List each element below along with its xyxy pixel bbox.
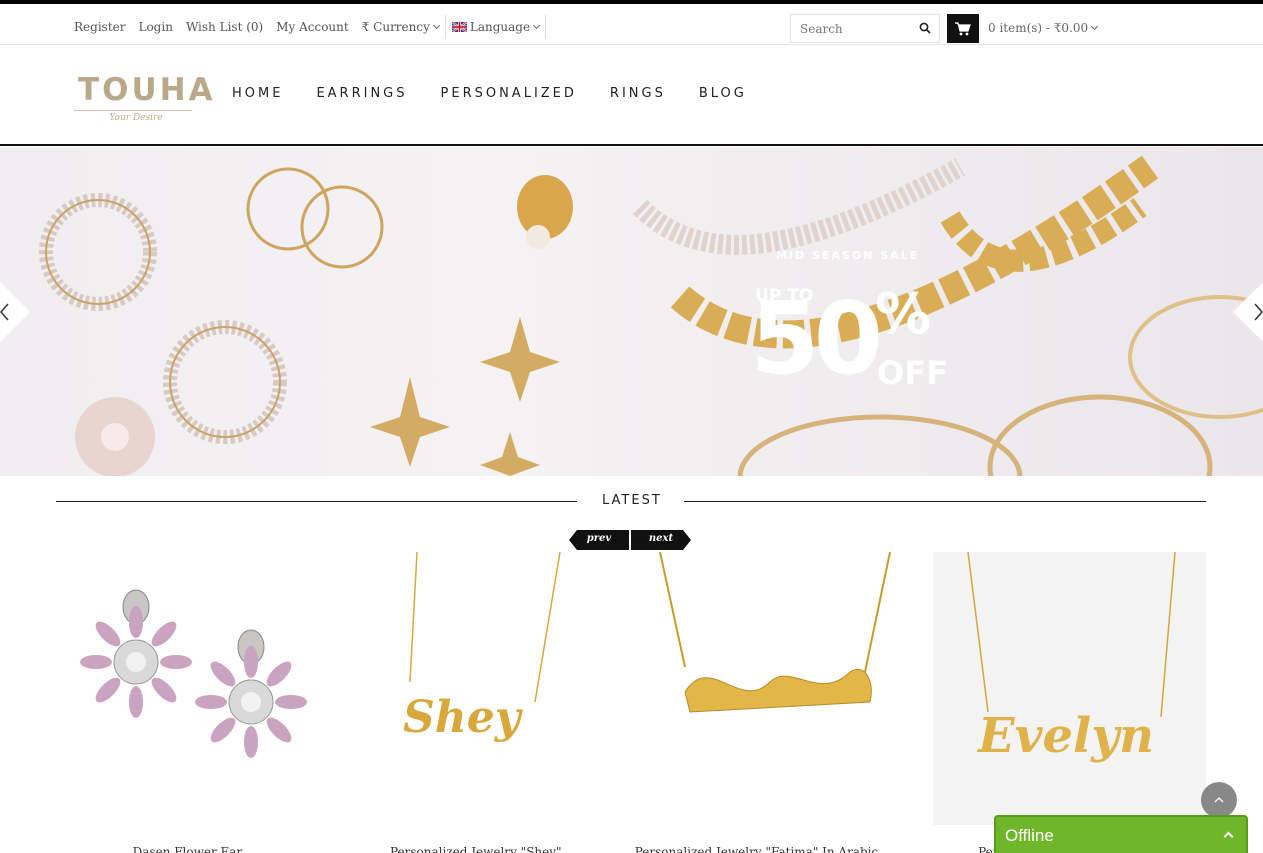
uk-flag-icon — [451, 22, 467, 32]
latest-section-header: LATEST — [56, 490, 1206, 514]
prev-label: prev — [586, 533, 612, 544]
cart-summary-dropdown[interactable]: 0 item(s) - ₹0.00 — [988, 21, 1099, 35]
chevron-down-icon — [1091, 22, 1099, 31]
scroll-to-top-button[interactable] — [1201, 782, 1237, 818]
promo-off: OFF — [877, 354, 948, 392]
product-title[interactable]: Dasen Flower Ear... — [56, 845, 329, 853]
svg-text:Evelyn: Evelyn — [976, 708, 1154, 764]
site-header: TOUHA Your Desire HOME EARRINGS PERSONAL… — [0, 45, 1263, 146]
product-image-evelyn-necklace: Evelyn — [967, 551, 1176, 764]
banner-next-arrow[interactable] — [1233, 282, 1263, 342]
product-card[interactable]: Shey Personalized Jewelry "Shey"... — [345, 551, 618, 853]
svg-text:Shey: Shey — [403, 692, 524, 743]
product-card[interactable]: Dasen Flower Ear... — [56, 552, 329, 853]
currency-dropdown[interactable]: ₹ Currency — [361, 20, 440, 34]
nav-earrings[interactable]: EARRINGS — [316, 86, 407, 101]
product-card[interactable]: Personalized Jewelry "Fatima" In Arabic — [620, 551, 893, 853]
product-title[interactable]: Personalized Jewelry "Fatima" In Arabic — [620, 845, 893, 853]
next-label: next — [648, 533, 674, 544]
banner-prev-arrow[interactable] — [0, 282, 30, 342]
search-icon[interactable] — [919, 22, 931, 34]
language-label: Language — [469, 20, 531, 34]
hero-banner[interactable]: MID SEASON SALE UP TO 50 % OFF — [0, 147, 1263, 476]
chevron-up-icon — [1223, 831, 1234, 842]
login-link[interactable]: Login — [138, 20, 172, 34]
chevron-down-icon — [533, 21, 541, 30]
search-box — [790, 14, 940, 43]
chat-widget[interactable]: Offline — [994, 815, 1248, 853]
cart-icon — [955, 21, 971, 35]
my-account-link[interactable]: My Account — [276, 20, 349, 34]
logo-divider — [74, 110, 192, 111]
chevron-up-icon — [1214, 797, 1224, 803]
account-links: Register Login Wish List (0) My Account … — [74, 15, 556, 39]
product-card[interactable]: Evelyn Personalized Jewelry "Evelyn" — [933, 551, 1206, 853]
section-title: LATEST — [602, 493, 662, 508]
chat-status: Offline — [1005, 826, 1054, 845]
cart-summary: 0 item(s) - ₹0.00 — [988, 21, 1089, 35]
main-nav: HOME EARRINGS PERSONALIZED RINGS BLOG — [232, 86, 780, 101]
chevron-down-icon — [432, 21, 440, 30]
nav-home[interactable]: HOME — [232, 86, 283, 101]
promo-percent-sign: % — [875, 282, 932, 347]
language-dropdown[interactable]: Language — [444, 15, 547, 39]
divider-left — [56, 501, 577, 502]
product-image-shey-necklace: Shey — [403, 551, 561, 743]
top-bar: Register Login Wish List (0) My Account … — [0, 0, 1263, 45]
cart-button[interactable] — [947, 14, 979, 43]
promo-kicker: MID SEASON SALE — [776, 249, 920, 262]
jewelry-banner-image — [39, 155, 1263, 476]
promo-percent: 50 — [750, 280, 883, 397]
logo-text: TOUHA — [78, 72, 216, 108]
wishlist-link[interactable]: Wish List (0) — [186, 20, 263, 34]
nav-personalized[interactable]: PERSONALIZED — [441, 86, 577, 101]
search-input[interactable] — [791, 15, 911, 42]
divider-right — [684, 501, 1206, 502]
currency-label: ₹ Currency — [361, 20, 430, 34]
product-image-fatima-necklace — [659, 551, 891, 713]
logo[interactable]: TOUHA Your Desire — [74, 72, 216, 127]
product-title[interactable]: Personalized Jewelry "Shey"... — [345, 845, 618, 853]
nav-rings[interactable]: RINGS — [610, 86, 666, 101]
register-link[interactable]: Register — [74, 20, 125, 34]
nav-blog[interactable]: BLOG — [699, 86, 747, 101]
logo-tagline: Your Desire — [109, 113, 163, 123]
product-image-flower-earrings — [80, 589, 307, 758]
